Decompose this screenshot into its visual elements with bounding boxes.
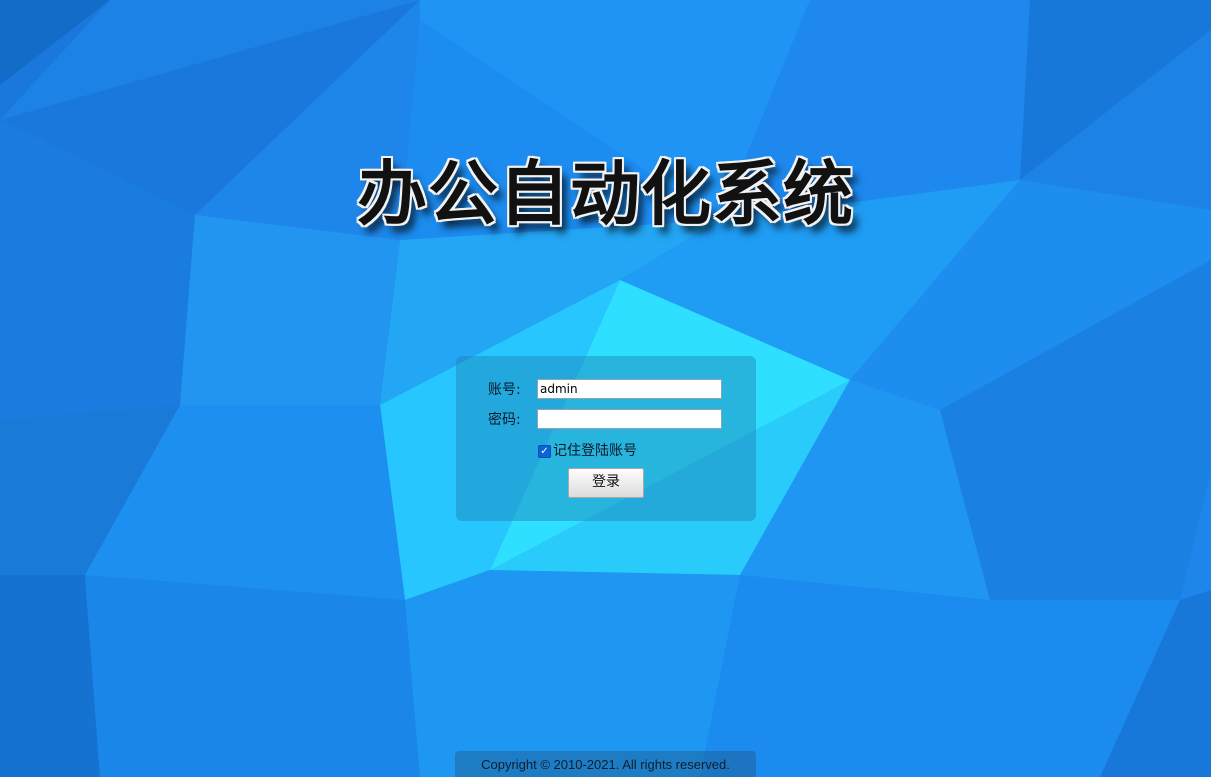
remember-label: 记住登陆账号 (553, 443, 637, 459)
copyright-footer: Copyright © 2010-2021. All rights reserv… (455, 751, 756, 777)
account-input[interactable] (537, 379, 722, 399)
password-label: 密码: (488, 412, 521, 428)
login-button[interactable]: 登录 (568, 468, 644, 498)
login-panel: 账号: 密码: ✓ 记住登陆账号 登录 (456, 356, 756, 521)
password-input[interactable] (537, 409, 722, 429)
page-title: 办公自动化系统 (357, 153, 854, 235)
account-label: 账号: (488, 382, 521, 398)
remember-checkbox[interactable]: ✓ (538, 445, 551, 458)
